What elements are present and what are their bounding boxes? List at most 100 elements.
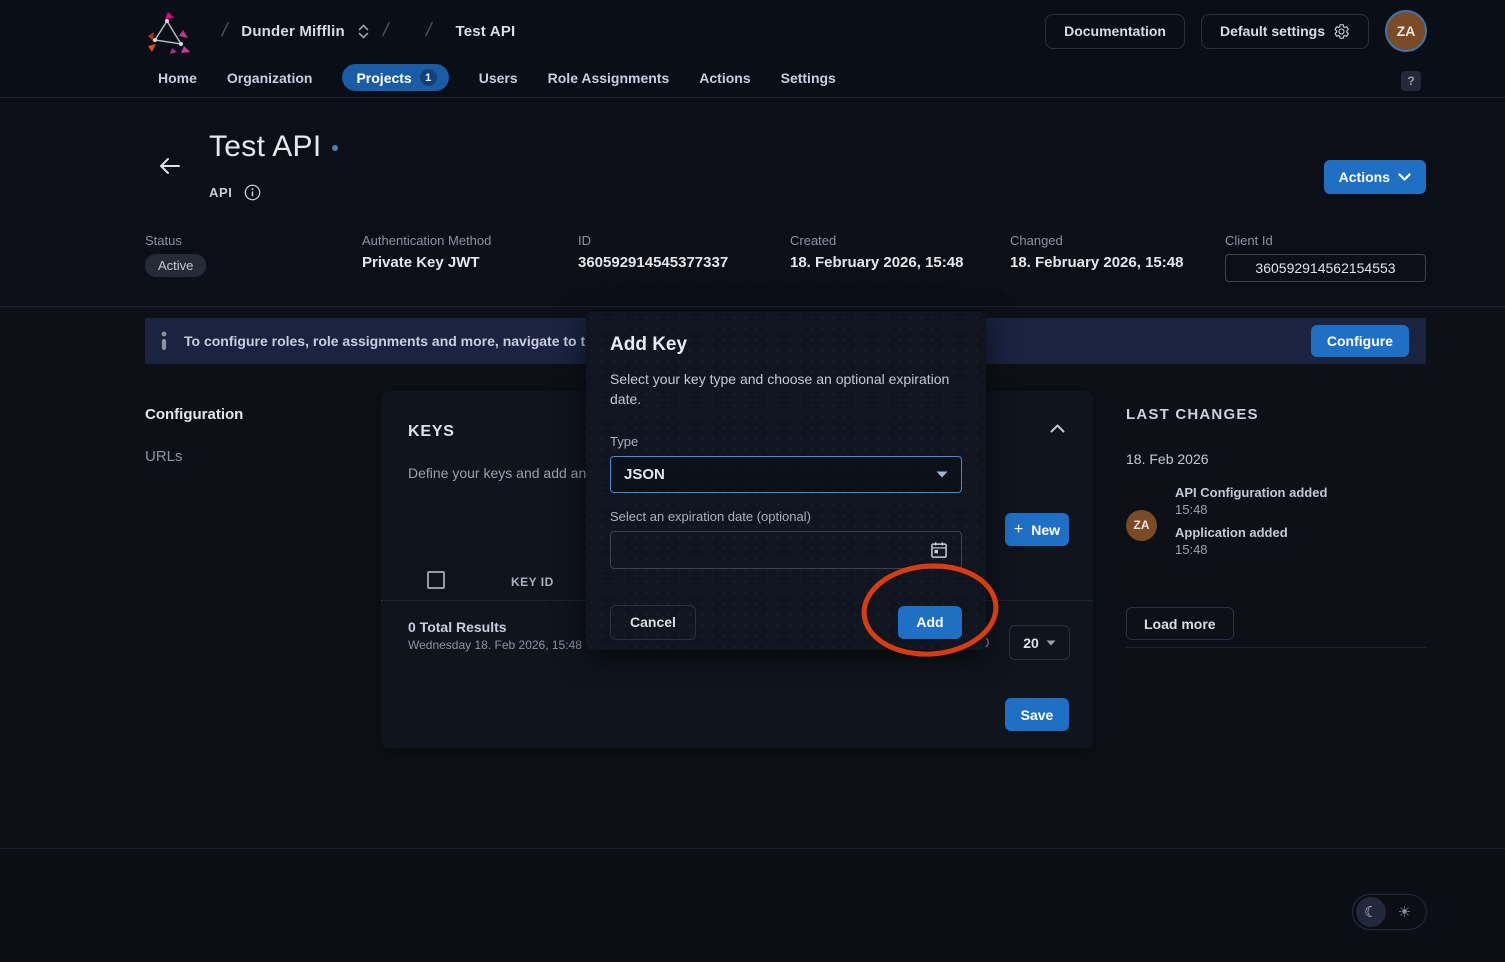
dialog-description: Select your key type and choose an optio… [610,369,955,410]
tab-actions[interactable]: Actions [699,70,750,86]
tab-role-assignments[interactable]: Role Assignments [548,70,670,86]
org-switcher-icon[interactable] [358,24,369,39]
tab-projects-label: Projects [356,70,411,86]
sidebar-item-urls[interactable]: URLs [145,448,183,465]
breadcrumb-separator: / [220,20,230,42]
load-more-button[interactable]: Load more [1126,607,1234,640]
gear-icon [1333,23,1350,40]
dialog-buttons: Cancel Add [610,605,962,640]
banner-text: To configure roles, role assignments and… [184,333,628,349]
results-timestamp: Wednesday 18. Feb 2026, 15:48 [408,638,582,652]
key-type-select[interactable]: JSON [610,456,962,493]
last-changes-panel: LAST CHANGES 18. Feb 2026 ZA API Configu… [1126,406,1426,648]
detail-label: Created [790,233,1010,248]
column-header-key-id: KEY ID [511,575,554,589]
load-more-label: Load more [1144,616,1216,632]
avatar-initials: ZA [1397,23,1416,39]
configure-button[interactable]: Configure [1311,325,1409,357]
detail-id: ID 360592914545377337 [578,233,790,282]
page-title: Test API [209,130,321,164]
detail-changed: Changed 18. February 2026, 15:48 [1010,233,1225,282]
detail-value: Private Key JWT [362,254,578,271]
top-bar: / Dunder Mifflin / / Test API Documentat… [0,0,1505,62]
last-changes-date: 18. Feb 2026 [1126,451,1426,467]
add-button[interactable]: Add [898,606,962,639]
app-window: / Dunder Mifflin / / Test API Documentat… [0,0,1505,962]
tab-organization[interactable]: Organization [227,70,313,86]
projects-count-badge: 1 [420,69,437,86]
event-list: API Configuration added 15:48 Applicatio… [1175,485,1327,565]
user-avatar[interactable]: ZA [1385,10,1427,52]
page-size-select[interactable]: 20 [1009,625,1070,660]
calendar-icon[interactable] [929,540,949,560]
cancel-button[interactable]: Cancel [610,605,696,640]
plus-icon: + [1014,521,1023,539]
last-changes-title: LAST CHANGES [1126,406,1426,423]
expiration-date-input[interactable] [610,531,962,569]
keys-panel-title: KEYS [408,423,455,441]
theme-toggle[interactable]: ☾ ☀ [1352,894,1427,930]
page-size-value: 20 [1023,635,1039,651]
back-arrow-icon[interactable] [158,156,181,176]
keys-description: Define your keys and add an o [408,465,598,481]
detail-created: Created 18. February 2026, 15:48 [790,233,1010,282]
save-button[interactable]: Save [1005,698,1069,731]
total-results-label: 0 Total Results [408,619,507,635]
detail-value: 18. February 2026, 15:48 [1010,254,1225,271]
new-key-button[interactable]: + New [1005,513,1069,546]
default-settings-button[interactable]: Default settings [1201,14,1369,49]
breadcrumb-project[interactable]: Test API [455,23,515,40]
change-event-group: ZA API Configuration added 15:48 Applica… [1126,485,1426,565]
event-time: 15:48 [1175,542,1327,557]
help-button[interactable]: ? [1401,71,1421,91]
save-label: Save [1021,707,1054,723]
chevron-down-icon [1398,173,1411,181]
tab-users[interactable]: Users [479,70,518,86]
detail-label: Client Id [1225,233,1426,248]
configure-label: Configure [1327,333,1393,349]
sidebar-item-configuration[interactable]: Configuration [145,406,243,423]
tab-settings[interactable]: Settings [781,70,836,86]
detail-value: 360592914545377337 [578,254,790,271]
detail-label: Changed [1010,233,1225,248]
breadcrumb-org[interactable]: Dunder Mifflin [241,23,345,40]
tab-home[interactable]: Home [158,70,197,86]
collapse-panel-icon[interactable] [1050,424,1065,433]
event-avatar: ZA [1126,510,1157,541]
page-subtitle: API [209,184,261,201]
detail-auth-method: Authentication Method Private Key JWT [362,233,578,282]
detail-value: 18. February 2026, 15:48 [790,254,1010,271]
tab-projects[interactable]: Projects 1 [342,64,448,91]
event-label: API Configuration added [1175,485,1327,500]
actions-menu-label: Actions [1339,169,1390,185]
main-nav: Home Organization Projects 1 Users Role … [0,62,1505,98]
chevron-down-icon [1046,640,1056,646]
detail-client-id: Client Id 360592914562154553 [1225,233,1426,282]
new-key-label: New [1031,522,1060,538]
select-all-checkbox[interactable] [427,571,445,589]
key-type-value: JSON [624,466,665,483]
breadcrumb-separator: / [381,20,391,42]
app-type-label: API [209,185,232,200]
chevron-down-icon [936,471,948,478]
cancel-label: Cancel [630,614,676,630]
status-badge: Active [145,254,206,277]
light-mode-icon[interactable]: ☀ [1386,903,1423,921]
add-key-dialog: Add Key Select your key type and choose … [586,312,986,650]
detail-row: Status Active Authentication Method Priv… [145,233,1426,282]
documentation-button[interactable]: Documentation [1045,14,1185,49]
zitadel-logo-icon[interactable] [146,8,190,54]
dialog-title: Add Key [610,334,962,356]
default-settings-label: Default settings [1220,23,1325,39]
info-icon[interactable] [244,184,261,201]
dark-mode-icon[interactable]: ☾ [1356,897,1386,927]
detail-label: Status [145,233,362,248]
detail-label: ID [578,233,790,248]
actions-menu-button[interactable]: Actions [1324,160,1426,194]
type-field-label: Type [610,434,962,449]
detail-label: Authentication Method [362,233,578,248]
footer: ☾ ☀ [0,848,1505,962]
client-id-copy-field[interactable]: 360592914562154553 [1225,254,1426,282]
breadcrumb-separator: / [424,20,434,42]
page-header: Test API API Actions Status Active Authe… [0,98,1505,307]
